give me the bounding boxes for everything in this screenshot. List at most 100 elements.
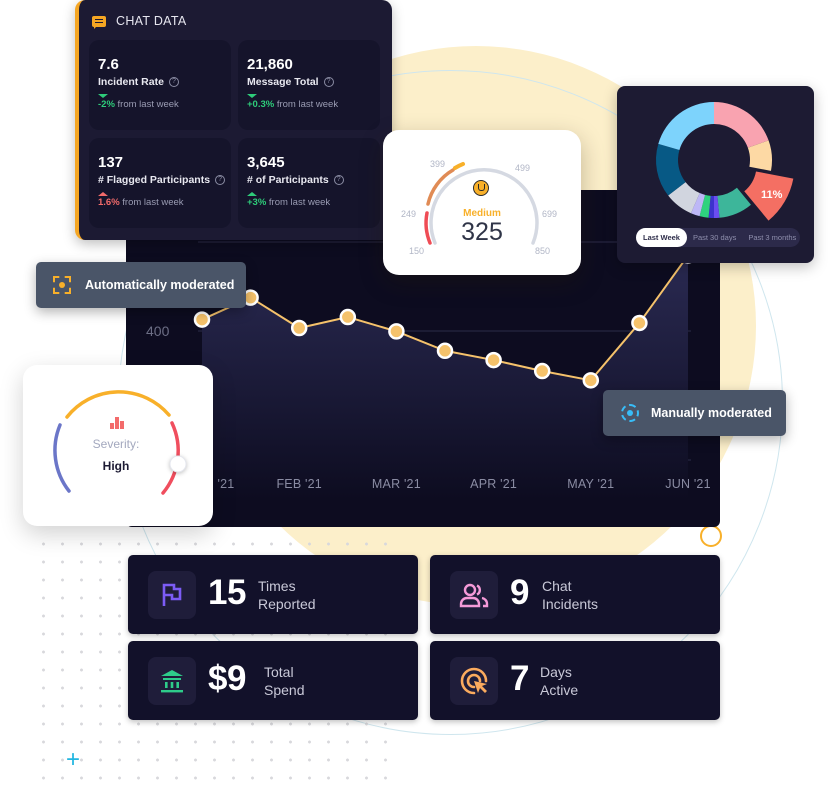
stat-number: 15 <box>208 573 246 612</box>
data-point <box>290 319 308 337</box>
severity-gauge-card: Severity: High <box>23 365 213 526</box>
metric-delta: -2% from last week <box>98 94 231 110</box>
delta-suffix: from last week <box>268 197 331 208</box>
stat-card-chat-incidents[interactable]: 9 Chat Incidents <box>430 555 720 634</box>
donut-chart: 11% <box>656 101 794 221</box>
stat-card-times-reported[interactable]: 15 Times Reported <box>128 555 418 634</box>
tab-last-week[interactable]: Last Week <box>636 228 687 247</box>
delta-percent: 1.6% <box>98 197 120 208</box>
slice-label: 11% <box>761 189 783 201</box>
help-icon[interactable]: ? <box>168 77 179 87</box>
metric-participants[interactable]: 3,645 # of Participants? +3% from last w… <box>238 138 380 228</box>
data-point <box>436 342 454 360</box>
data-point <box>193 311 211 328</box>
severity-arc-low <box>53 423 71 493</box>
time-range-tabs: Last Week Past 30 days Past 3 months <box>636 228 800 247</box>
delta-suffix: from last week <box>122 197 184 208</box>
stat-card-total-spend[interactable]: $9 Total Spend <box>128 641 418 720</box>
gauge-score: 325 <box>461 218 503 246</box>
stat-description: Days Active <box>540 664 579 698</box>
stat-description: Chat Incidents <box>542 578 599 612</box>
metric-value: 137 <box>98 154 124 171</box>
help-icon[interactable]: ? <box>333 175 344 185</box>
metric-value: 21,860 <box>247 56 293 73</box>
x-tick-label: FEB '21 <box>276 477 322 491</box>
plus-icon: + <box>66 746 81 773</box>
trend-up-icon <box>98 192 108 196</box>
tab-past-3-months[interactable]: Past 3 months <box>742 228 802 247</box>
metric-label: # of Participants <box>247 174 329 186</box>
tooltip-automatically-moderated: Automatically moderated <box>36 262 246 308</box>
cursor-click-icon <box>450 657 498 705</box>
x-tick-label: MAY '21 <box>567 477 615 491</box>
stat-description: Total Spend <box>264 664 305 698</box>
metric-message-total[interactable]: 21,860 Message Total? +0.3% from last we… <box>238 40 380 130</box>
metric-label: Message Total <box>247 76 319 88</box>
metric-incident-rate[interactable]: 7.6 Incident Rate? -2% from last week <box>89 40 231 130</box>
score-gauge-card: 150 249 399 499 699 850 Medium 325 <box>383 130 581 275</box>
x-tick-label: APR '21 <box>470 477 518 491</box>
metric-label: Incident Rate <box>98 76 164 88</box>
data-point <box>533 362 551 380</box>
delta-percent: -2% <box>98 99 115 110</box>
gauge-needle-marker <box>453 162 465 170</box>
gauge-segment-orange <box>426 168 455 206</box>
donut-chart-card: 11% Last Week Past 30 days Past 3 months <box>617 86 814 263</box>
target-icon <box>621 404 639 422</box>
tooltip-text: Manually moderated <box>651 406 772 420</box>
severity-arc-medium <box>65 390 171 419</box>
y-tick-label: 400 <box>146 323 170 339</box>
metric-value: 7.6 <box>98 56 119 73</box>
severity-value: High <box>102 459 130 473</box>
metric-delta: 1.6% from last week <box>98 192 231 208</box>
trend-down-icon <box>98 94 108 98</box>
tab-past-30-days[interactable]: Past 30 days <box>687 228 742 247</box>
tooltip-text: Automatically moderated <box>85 278 235 292</box>
data-point <box>388 323 405 340</box>
focus-icon <box>53 276 71 294</box>
donut-slice <box>714 102 769 148</box>
gauge-label: 399 <box>430 159 446 169</box>
data-point <box>582 372 600 389</box>
x-tick-label: MAR '21 <box>371 477 421 491</box>
bank-icon <box>148 657 196 705</box>
trend-up-icon <box>247 192 257 196</box>
donut-slice <box>658 101 714 150</box>
stat-card-days-active[interactable]: 7 Days Active <box>430 641 720 720</box>
flag-icon <box>148 571 196 619</box>
gauge-label: 499 <box>515 163 531 173</box>
bar-chart-icon <box>110 417 124 429</box>
stat-number: 9 <box>510 573 529 612</box>
area-fill <box>202 255 688 500</box>
stat-number: $9 <box>208 659 246 698</box>
gauge-label: 850 <box>535 246 551 256</box>
trend-down-icon <box>247 94 257 98</box>
lightbulb-icon <box>473 180 489 196</box>
help-icon[interactable]: ? <box>323 77 334 87</box>
chat-data-title: CHAT DATA <box>116 14 187 28</box>
tooltip-manually-moderated: Manually moderated <box>603 390 786 436</box>
metric-label: # Flagged Participants <box>98 174 211 186</box>
help-icon[interactable]: ? <box>215 175 226 185</box>
chat-data-header: CHAT DATA <box>92 14 187 29</box>
metric-flagged-participants[interactable]: 137 # Flagged Participants? 1.6% from la… <box>89 138 231 228</box>
severity-label: Severity: <box>92 437 140 451</box>
chat-icon <box>92 15 106 29</box>
delta-suffix: from last week <box>117 99 179 110</box>
delta-percent: +0.3% <box>247 99 275 110</box>
data-point <box>485 351 502 369</box>
stat-description: Times Reported <box>258 578 316 612</box>
chat-data-card: CHAT DATA 7.6 Incident Rate? -2% from la… <box>75 0 392 240</box>
gauge-label: 150 <box>409 246 425 256</box>
metric-delta: +3% from last week <box>247 192 380 208</box>
stat-number: 7 <box>510 659 529 698</box>
delta-suffix: from last week <box>276 99 339 110</box>
data-point <box>339 308 357 326</box>
data-point <box>631 314 648 332</box>
orange-ring-decoration <box>700 525 722 547</box>
metric-delta: +0.3% from last week <box>247 94 380 110</box>
x-tick-label: JUN '21 <box>665 477 711 491</box>
delta-percent: +3% <box>247 197 267 208</box>
metric-value: 3,645 <box>247 154 285 171</box>
users-icon <box>450 571 498 619</box>
